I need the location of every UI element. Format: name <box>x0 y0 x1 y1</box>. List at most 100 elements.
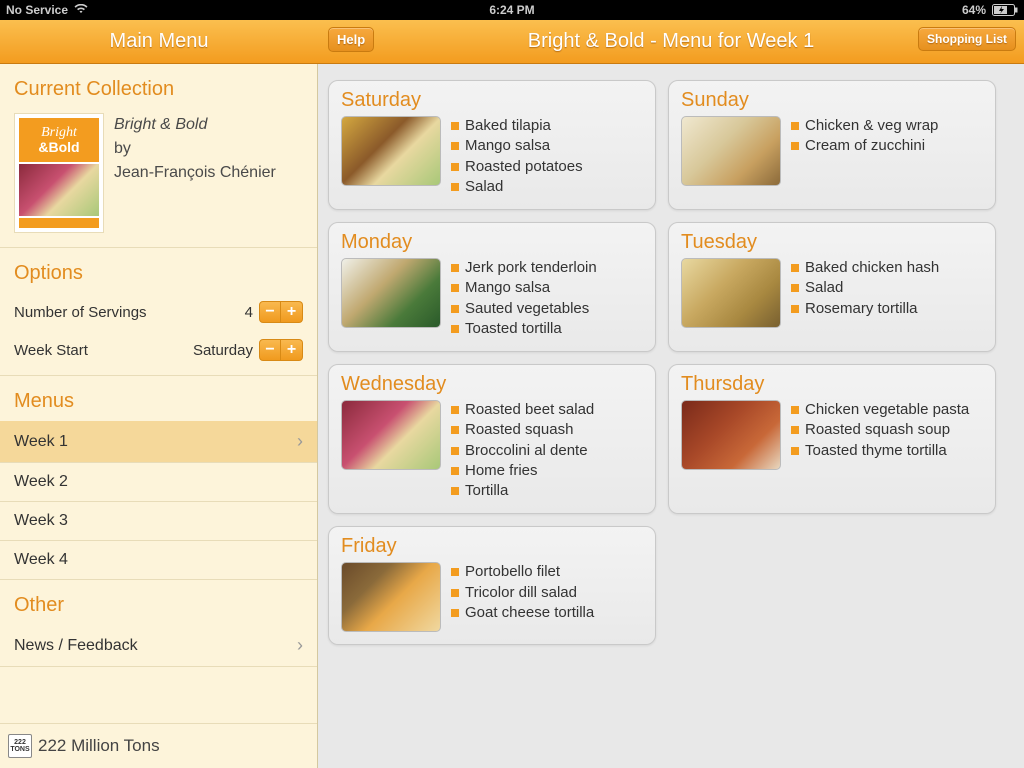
day-thumbnail <box>681 258 781 328</box>
weekstart-value: Saturday <box>193 342 253 359</box>
bullet-icon <box>451 305 459 313</box>
recipe-item: Jerk pork tenderloin <box>451 258 597 278</box>
recipe-item: Tricolor dill salad <box>451 583 594 603</box>
sidebar-menu-item[interactable]: Week 3 <box>0 502 317 541</box>
recipe-label: Baked tilapia <box>465 116 551 136</box>
recipe-item: Cream of zucchini <box>791 136 938 156</box>
days-grid: SaturdayBaked tilapiaMango salsaRoasted … <box>328 80 1014 645</box>
servings-value: 4 <box>235 304 253 321</box>
bullet-icon <box>791 406 799 414</box>
sidebar-menu-item[interactable]: Week 2 <box>0 463 317 502</box>
day-card[interactable]: Tuesday Baked chicken hashSaladRosemary t… <box>668 222 996 352</box>
recipe-item: Roasted squash soup <box>791 420 969 440</box>
other-item-label: News / Feedback <box>14 637 138 655</box>
bullet-icon <box>451 122 459 130</box>
bullet-icon <box>791 305 799 313</box>
day-thumbnail <box>681 116 781 186</box>
servings-decrement-button[interactable]: − <box>259 301 281 323</box>
weekstart-increment-button[interactable]: + <box>281 339 303 361</box>
day-thumbnail <box>341 116 441 186</box>
collection-author: Jean-François Chénier <box>114 161 303 185</box>
bullet-icon <box>791 142 799 150</box>
day-body: Chicken vegetable pastaRoasted squash so… <box>681 400 983 470</box>
day-card[interactable]: MondayJerk pork tenderloinMango salsaSau… <box>328 222 656 352</box>
battery-percent: 64% <box>962 3 986 17</box>
bullet-icon <box>791 122 799 130</box>
recipe-label: Roasted potatoes <box>465 157 583 177</box>
cover-title-line2: &Bold <box>38 139 79 155</box>
status-bar: No Service 6:24 PM 64% <box>0 0 1024 20</box>
recipe-item: Rosemary tortilla <box>791 299 939 319</box>
recipe-item: Mango salsa <box>451 136 583 156</box>
menus-list: Week 1 › Week 2 Week 3Week 4 <box>0 421 317 580</box>
recipe-list: Chicken & veg wrapCream of zucchini <box>791 116 938 186</box>
weekstart-decrement-button[interactable]: − <box>259 339 281 361</box>
recipe-label: Roasted squash soup <box>805 420 950 440</box>
recipe-label: Roasted squash <box>465 420 573 440</box>
sidebar: Current Collection Bright &Bold Bright &… <box>0 64 318 768</box>
recipe-item: Goat cheese tortilla <box>451 603 594 623</box>
bullet-icon <box>451 447 459 455</box>
sidebar-other-item[interactable]: News / Feedback › <box>0 625 317 667</box>
day-title: Wednesday <box>341 373 643 396</box>
day-thumbnail <box>341 258 441 328</box>
recipe-label: Chicken & veg wrap <box>805 116 938 136</box>
bullet-icon <box>451 467 459 475</box>
day-body: Baked chicken hashSaladRosemary tortilla <box>681 258 983 328</box>
recipe-item: Tortilla <box>451 481 594 501</box>
shopping-list-button[interactable]: Shopping List <box>918 27 1016 51</box>
recipe-list: Roasted beet saladRoasted squashBroccoli… <box>451 400 594 501</box>
options-header: Options <box>0 248 317 293</box>
recipe-list: Jerk pork tenderloinMango salsaSauted ve… <box>451 258 597 339</box>
help-button[interactable]: Help <box>328 27 374 52</box>
current-collection-header: Current Collection <box>0 64 317 109</box>
navbar: Main Menu Bright & Bold - Menu for Week … <box>0 20 1024 64</box>
recipe-item: Salad <box>451 177 583 197</box>
servings-option: Number of Servings 4 − + <box>0 293 317 331</box>
menu-item-label: Week 1 <box>14 433 68 451</box>
recipe-item: Roasted beet salad <box>451 400 594 420</box>
bullet-icon <box>451 589 459 597</box>
battery-icon <box>992 4 1018 16</box>
menu-item-label: Week 2 <box>14 473 68 491</box>
footer-text: 222 Million Tons <box>38 736 160 756</box>
chevron-right-icon: › <box>297 635 303 656</box>
bullet-icon <box>791 264 799 272</box>
recipe-label: Toasted thyme tortilla <box>805 441 947 461</box>
recipe-item: Sauted vegetables <box>451 299 597 319</box>
wifi-icon <box>74 3 88 17</box>
chevron-right-icon: › <box>297 431 303 452</box>
recipe-label: Cream of zucchini <box>805 136 925 156</box>
day-title: Tuesday <box>681 231 983 254</box>
recipe-label: Sauted vegetables <box>465 299 589 319</box>
recipe-list: Chicken vegetable pastaRoasted squash so… <box>791 400 969 470</box>
recipe-label: Mango salsa <box>465 278 550 298</box>
menus-header: Menus <box>0 376 317 421</box>
recipe-list: Portobello filetTricolor dill saladGoat … <box>451 562 594 632</box>
day-card[interactable]: FridayPortobello filetTricolor dill sala… <box>328 526 656 645</box>
sidebar-menu-item[interactable]: Week 4 <box>0 541 317 580</box>
recipe-label: Salad <box>805 278 843 298</box>
collection-row[interactable]: Bright &Bold Bright & Bold by Jean-Franç… <box>0 109 317 248</box>
sidebar-menu-item[interactable]: Week 1 › <box>0 421 317 463</box>
bullet-icon <box>451 325 459 333</box>
day-card[interactable]: Thursday Chicken vegetable pastaRoasted s… <box>668 364 996 514</box>
day-title: Thursday <box>681 373 983 396</box>
servings-increment-button[interactable]: + <box>281 301 303 323</box>
day-card[interactable]: SundayChicken & veg wrapCream of zucchin… <box>668 80 996 210</box>
recipe-item: Mango salsa <box>451 278 597 298</box>
recipe-label: Broccolini al dente <box>465 441 588 461</box>
recipe-label: Roasted beet salad <box>465 400 594 420</box>
day-body: Portobello filetTricolor dill saladGoat … <box>341 562 643 632</box>
recipe-label: Mango salsa <box>465 136 550 156</box>
day-card[interactable]: Wednesday Roasted beet saladRoasted squas… <box>328 364 656 514</box>
day-card[interactable]: SaturdayBaked tilapiaMango salsaRoasted … <box>328 80 656 210</box>
recipe-item: Toasted tortilla <box>451 319 597 339</box>
recipe-item: Roasted potatoes <box>451 157 583 177</box>
footer-row[interactable]: 222 TONS 222 Million Tons <box>0 723 317 768</box>
day-thumbnail <box>681 400 781 470</box>
collection-by-label: by <box>114 137 303 161</box>
recipe-label: Portobello filet <box>465 562 560 582</box>
bullet-icon <box>451 163 459 171</box>
recipe-item: Salad <box>791 278 939 298</box>
